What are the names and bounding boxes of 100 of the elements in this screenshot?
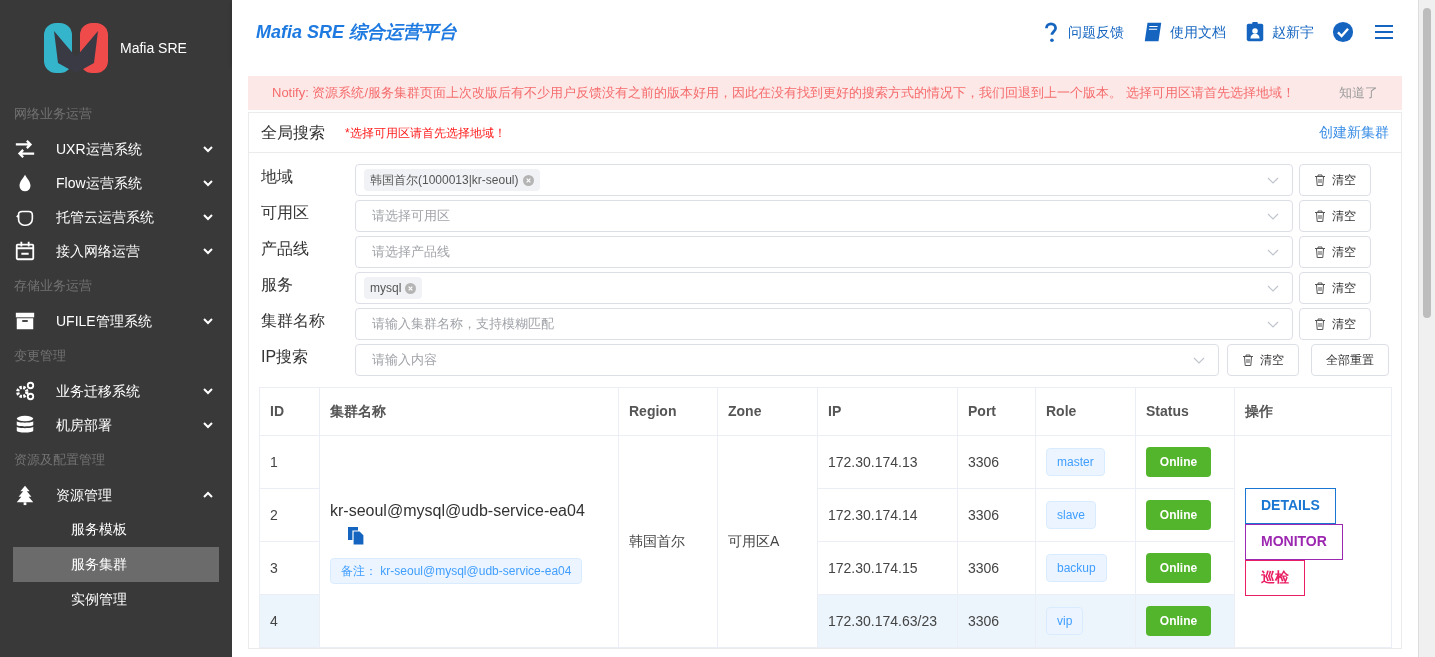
table-cell: 4 — [259, 594, 320, 648]
menu-button[interactable] — [1374, 24, 1394, 40]
column-header: ID — [259, 387, 320, 436]
clear-button[interactable]: 清空 — [1299, 272, 1371, 304]
clear-button[interactable]: 清空 — [1299, 200, 1371, 232]
table-cell: 2 — [259, 488, 320, 542]
clear-button[interactable]: 清空 — [1227, 344, 1299, 376]
status-badge: Online — [1146, 447, 1211, 477]
selected-tag[interactable]: 韩国首尔(1000013|kr-seoul) — [364, 169, 540, 191]
remove-icon — [522, 174, 534, 186]
check-circle-icon — [1332, 21, 1354, 43]
role-tag: master — [1046, 448, 1105, 476]
action-button[interactable]: 巡检 — [1245, 559, 1305, 596]
header-link[interactable]: 问题反馈 — [1040, 21, 1124, 43]
clear-button[interactable]: 清空 — [1299, 164, 1371, 196]
column-header: Port — [957, 387, 1036, 436]
menu-item[interactable]: 机房部署 — [0, 408, 232, 442]
logo-icon — [44, 23, 108, 73]
menu-label: 资源管理 — [56, 485, 113, 505]
archive-box-icon — [14, 310, 36, 332]
menu-label: UFILE管理系统 — [56, 311, 153, 331]
select-field[interactable]: mysql — [355, 272, 1293, 304]
submenu-item[interactable]: 服务集群 — [13, 547, 219, 582]
select-field[interactable]: 请输入集群名称，支持模糊匹配 — [355, 308, 1293, 340]
menu-label: 托管云运营系统 — [56, 207, 155, 227]
book-icon — [1142, 21, 1164, 43]
header-link[interactable]: 使用文档 — [1142, 21, 1226, 43]
select-input[interactable]: 请输入集群名称，支持模糊匹配 — [364, 314, 1262, 334]
trash-icon — [1242, 354, 1254, 366]
panel-hint: *选择可用区请首先选择地域！ — [345, 124, 506, 142]
app-title: Mafia SRE 综合运营平台 — [256, 20, 458, 44]
menu-icon — [1374, 24, 1394, 40]
calendar-icon — [14, 240, 36, 262]
select-field[interactable]: 请输入内容 — [355, 344, 1219, 376]
select-input[interactable]: 请输入内容 — [364, 350, 1188, 370]
table-cell: 3306 — [957, 594, 1036, 648]
trash-icon — [1314, 174, 1326, 186]
menu-label: 业务迁移系统 — [56, 381, 141, 401]
remove-icon — [405, 282, 417, 294]
submenu-item[interactable]: 服务模板 — [13, 512, 219, 547]
menu-label: UXR运营系统 — [56, 139, 143, 159]
status-badge: Online — [1146, 606, 1211, 636]
menu-item[interactable]: 接入网络运营 — [0, 234, 232, 268]
action-button[interactable]: MONITOR — [1245, 523, 1343, 560]
column-header: 集群名称 — [319, 387, 619, 436]
column-header: Status — [1135, 387, 1235, 436]
status-badge: Online — [1146, 553, 1211, 583]
scrollbar[interactable] — [1418, 0, 1435, 657]
table-cell: 韩国首尔 — [618, 435, 718, 648]
copy-icon — [346, 526, 366, 546]
menu-item[interactable]: Flow运营系统 — [0, 166, 232, 200]
selected-tag[interactable]: mysql — [364, 277, 423, 299]
column-header: IP — [817, 387, 958, 436]
table-cell: 3306 — [957, 488, 1036, 542]
select-input[interactable]: 请选择产品线 — [364, 242, 1262, 262]
table-cell: 172.30.174.15 — [817, 541, 958, 595]
trash-icon — [1314, 282, 1326, 294]
create-cluster-link[interactable]: 创建新集群 — [1319, 122, 1389, 143]
menu-label: Flow运营系统 — [56, 173, 143, 193]
column-header: Region — [618, 387, 718, 436]
column-header: Zone — [717, 387, 818, 436]
action-button[interactable]: DETAILS — [1245, 487, 1336, 524]
clear-button[interactable]: 清空 — [1299, 236, 1371, 268]
table-cell: 172.30.174.63/23 — [817, 594, 958, 648]
select-field[interactable]: 请选择可用区 — [355, 200, 1293, 232]
role-tag: backup — [1046, 554, 1107, 582]
clear-button[interactable]: 清空 — [1299, 308, 1371, 340]
menu-item[interactable]: 资源管理 — [0, 478, 232, 512]
verified-button[interactable] — [1332, 21, 1354, 43]
table-cell: 172.30.174.13 — [817, 435, 958, 489]
field-label: 产品线 — [261, 239, 310, 259]
select-field[interactable]: 请选择产品线 — [355, 236, 1293, 268]
tree-icon — [14, 484, 36, 506]
field-label: IP搜索 — [261, 347, 310, 367]
submenu-item[interactable]: 实例管理 — [13, 582, 219, 617]
menu-item[interactable]: 托管云运营系统 — [0, 200, 232, 234]
table-cell: 1 — [259, 435, 320, 489]
reset-all-button[interactable]: 全部重置 — [1311, 344, 1389, 376]
trash-icon — [1314, 318, 1326, 330]
table-cell: 172.30.174.14 — [817, 488, 958, 542]
role-tag: vip — [1046, 607, 1084, 635]
column-header: Role — [1035, 387, 1136, 436]
select-field[interactable]: 韩国首尔(1000013|kr-seoul) — [355, 164, 1293, 196]
header-link[interactable]: 赵新宇 — [1244, 21, 1314, 43]
table-cell: 3306 — [957, 541, 1036, 595]
cluster-name: kr-seoul@mysql@udb-service-ea04 — [330, 501, 586, 521]
field-label: 集群名称 — [261, 311, 326, 331]
menu-label: 机房部署 — [56, 415, 113, 435]
table-cell: 3 — [259, 541, 320, 595]
cluster-note: 备注： kr-seoul@mysql@udb-service-ea04 — [330, 558, 583, 584]
brand-name: Mafia SRE — [120, 38, 187, 58]
table-cell: 3306 — [957, 435, 1036, 489]
menu-item[interactable]: UFILE管理系统 — [0, 304, 232, 338]
field-label: 服务 — [261, 275, 294, 295]
menu-item[interactable]: UXR运营系统 — [0, 132, 232, 166]
menu-item[interactable]: 业务迁移系统 — [0, 374, 232, 408]
role-tag: slave — [1046, 501, 1096, 529]
select-input[interactable]: 请选择可用区 — [364, 206, 1262, 226]
column-header: 操作 — [1234, 387, 1392, 436]
field-label: 可用区 — [261, 203, 310, 223]
